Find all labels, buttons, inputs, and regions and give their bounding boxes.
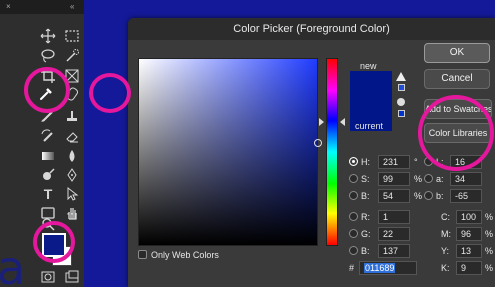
new-color-label: new — [360, 61, 377, 71]
brightness-label: B: — [361, 191, 370, 201]
black-unit: % — [485, 263, 494, 273]
yellow-label: Y: — [441, 246, 450, 256]
marquee-tool-icon[interactable] — [64, 28, 80, 44]
hue-unit: ° — [414, 157, 418, 167]
history-brush-icon[interactable] — [40, 128, 56, 144]
new-color-preview — [350, 71, 392, 101]
move-tool-icon[interactable] — [40, 28, 56, 44]
hue-label: H: — [361, 157, 370, 167]
gamut-swatch[interactable] — [398, 84, 405, 91]
b-channel-label: b: — [436, 191, 444, 201]
green-input[interactable]: 22 — [378, 227, 410, 241]
green-label: G: — [361, 229, 371, 239]
screen-mode-icon[interactable] — [64, 269, 80, 285]
black-label: K: — [441, 263, 450, 273]
stamp-tool-icon[interactable] — [64, 108, 80, 124]
blue-radio[interactable] — [349, 246, 358, 255]
photoshop-window: × « T ··· Color Picker (Foreground Color… — [0, 0, 495, 287]
magenta-unit: % — [485, 229, 494, 239]
magenta-input[interactable]: 96 — [456, 227, 482, 241]
hex-label: # — [349, 263, 355, 273]
color-libraries-highlight-circle — [418, 95, 494, 171]
cyan-label: C: — [441, 212, 450, 222]
brightness-unit: % — [414, 191, 423, 201]
b-channel-input[interactable]: -65 — [450, 189, 482, 203]
brightness-input[interactable]: 54 — [378, 189, 410, 203]
web-safe-swatch[interactable] — [398, 110, 405, 117]
hue-slider[interactable] — [326, 58, 338, 246]
collapse-icon[interactable]: « — [70, 2, 74, 11]
annotation-letter: a — [0, 241, 26, 287]
more-tools-icon[interactable]: ··· — [66, 206, 78, 220]
saturation-unit: % — [414, 174, 423, 184]
cancel-button[interactable]: Cancel — [424, 69, 490, 89]
hue-radio[interactable] — [349, 157, 358, 166]
a-channel-radio[interactable] — [424, 174, 433, 183]
blur-tool-icon[interactable] — [64, 148, 80, 164]
pen-tool-icon[interactable] — [64, 167, 80, 183]
a-channel-input[interactable]: 34 — [450, 172, 482, 186]
blue-input[interactable]: 137 — [378, 244, 410, 258]
canvas-highlight-circle — [89, 73, 131, 113]
yellow-unit: % — [485, 246, 494, 256]
green-radio[interactable] — [349, 229, 358, 238]
quick-mask-icon[interactable] — [40, 269, 56, 285]
hex-input[interactable]: 011689 — [359, 261, 417, 275]
out-of-gamut-warning-icon[interactable] — [396, 72, 406, 81]
web-safe-warning-icon[interactable] — [397, 98, 405, 106]
dodge-tool-icon[interactable] — [40, 167, 56, 183]
close-icon[interactable]: × — [6, 2, 11, 11]
magenta-label: M: — [441, 229, 451, 239]
saturation-radio[interactable] — [349, 174, 358, 183]
saturation-label: S: — [361, 174, 370, 184]
foreground-swatch-highlight-circle — [33, 221, 75, 263]
lasso-tool-icon[interactable] — [40, 48, 56, 64]
cyan-input[interactable]: 100 — [456, 210, 482, 224]
hex-value-selection: 011689 — [364, 263, 396, 273]
tools-panel-header: × « — [0, 0, 84, 14]
blue-label: B: — [361, 246, 370, 256]
dialog-title: Color Picker (Foreground Color) — [128, 18, 495, 40]
black-input[interactable]: 9 — [456, 261, 482, 275]
color-field-cursor[interactable] — [314, 139, 322, 147]
eyedropper-highlight-circle — [24, 67, 70, 113]
gradient-tool-icon[interactable] — [40, 148, 56, 164]
quick-selection-icon[interactable] — [64, 48, 80, 64]
path-selection-icon[interactable] — [64, 186, 80, 202]
only-web-colors-label: Only Web Colors — [151, 250, 219, 260]
only-web-colors-checkbox[interactable] — [138, 250, 147, 259]
red-label: R: — [361, 212, 370, 222]
b-channel-radio[interactable] — [424, 191, 433, 200]
type-tool-icon[interactable]: T — [40, 186, 56, 202]
red-radio[interactable] — [349, 212, 358, 221]
brightness-radio[interactable] — [349, 191, 358, 200]
hue-slider-right-arrow[interactable] — [340, 118, 345, 126]
color-field[interactable] — [138, 58, 322, 246]
red-input[interactable]: 1 — [378, 210, 410, 224]
yellow-input[interactable]: 13 — [456, 244, 482, 258]
current-color-label: current — [355, 121, 384, 131]
hue-input[interactable]: 231 — [378, 155, 410, 169]
cyan-unit: % — [485, 212, 494, 222]
saturation-input[interactable]: 99 — [378, 172, 410, 186]
eraser-tool-icon[interactable] — [64, 128, 80, 144]
hue-slider-left-arrow[interactable] — [319, 118, 324, 126]
ok-button[interactable]: OK — [424, 43, 490, 63]
a-channel-label: a: — [436, 174, 444, 184]
